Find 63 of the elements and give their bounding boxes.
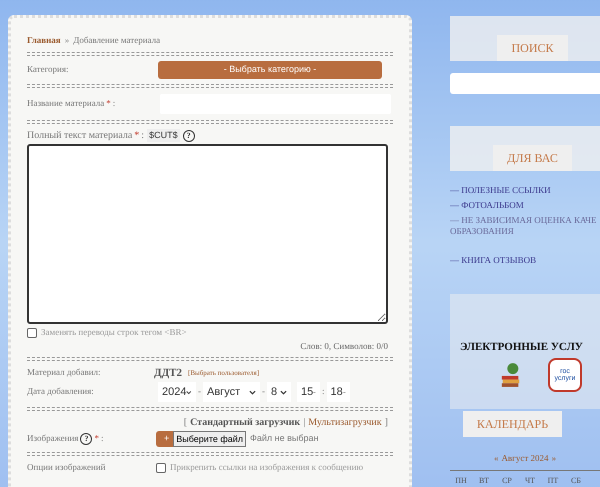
weekday-label: СР — [501, 474, 513, 486]
weekday-label: СБ — [570, 474, 582, 486]
weekday-label: ВТ — [478, 474, 490, 486]
chevron-icon — [249, 390, 256, 394]
bracket: ] — [384, 416, 388, 430]
separator: : — [322, 385, 325, 398]
field-label: Опции изображений — [27, 461, 106, 474]
field-label: Категория: — [27, 62, 70, 76]
breadcrumb-link[interactable]: Главная — [27, 34, 61, 48]
checkbox-label: Прикрепить ссылки на изображения к сообщению — [170, 461, 364, 474]
help-icon[interactable]: ? — [80, 433, 92, 445]
author-name: ДДТ2 — [154, 366, 182, 381]
sidebar-link[interactable]: — ПОЛЕЗНЫЕ ССЫЛКИ — [450, 185, 600, 196]
cut-tag[interactable]: $CUT$ — [147, 128, 180, 142]
separator: - — [262, 385, 265, 398]
help-icon[interactable]: ? — [182, 130, 195, 142]
chevron-icon — [186, 390, 192, 394]
required-mark: * — [134, 129, 140, 143]
text-area[interactable] — [27, 144, 388, 324]
select-field[interactable]: 18 — [326, 382, 350, 402]
separator: - — [198, 385, 201, 398]
plus-sign: + — [164, 432, 170, 446]
loader-tab[interactable]: Мультизагрузчик — [308, 415, 382, 430]
choose-file-button[interactable]: Выберите файл — [173, 431, 246, 447]
select-field[interactable]: 15 — [297, 382, 320, 402]
required-mark: * — [94, 432, 99, 446]
block-title: ПОИСК — [497, 35, 568, 61]
file-upload-control[interactable]: + Выберите файл — [156, 431, 246, 447]
sidebar-link[interactable]: — ФОТОАЛЬБОМ — [450, 200, 600, 211]
checkbox-label: Заменять переводы строк тегом <BR> — [41, 326, 187, 339]
field-label: Изображения — [27, 432, 78, 446]
colon: : — [100, 432, 104, 446]
sidebar-link[interactable]: — КНИГА ОТЗЫВОВ — [450, 255, 600, 266]
select-field[interactable]: Август — [203, 382, 260, 402]
colon: : — [112, 96, 116, 110]
weekday-label: ПН — [454, 474, 468, 486]
block-title: КАЛЕНДАРЬ — [462, 411, 562, 437]
breadcrumb-current: Добавление материала — [73, 34, 160, 47]
category-button[interactable]: - Выбрать категорию - — [158, 60, 382, 78]
checkbox[interactable] — [27, 328, 37, 338]
calendar-month: Август 2024 — [501, 452, 549, 465]
separator: | — [303, 416, 306, 430]
chevron-icon — [280, 390, 287, 394]
books-globe-icon[interactable] — [500, 360, 522, 388]
breadcrumb-separator: » — [64, 34, 70, 47]
weekday-label: ПТ — [546, 474, 560, 486]
block-title: ДЛЯ ВАС — [493, 145, 572, 171]
counter-text: Слов: 0, Символов: 0/0 — [299, 340, 388, 352]
select-field[interactable]: 2024 — [158, 382, 196, 402]
weekday-label: ЧТ — [524, 474, 536, 486]
field-label: Название материала — [27, 96, 104, 110]
file-status: Файл не выбран — [250, 432, 319, 446]
field-label: Полный текст материала — [27, 129, 132, 143]
loader-tab[interactable]: Стандартный загрузчик — [190, 415, 300, 430]
select-field[interactable]: 8 — [267, 382, 291, 402]
required-mark: * — [106, 96, 111, 110]
checkbox[interactable] — [156, 463, 166, 473]
search-field[interactable] — [450, 73, 600, 94]
field-label: Дата добавления: — [27, 385, 95, 398]
colon: : — [141, 129, 144, 143]
bracket: [ — [184, 416, 188, 430]
block-title: ЭЛЕКТРОННЫЕ УСЛУ — [460, 340, 583, 355]
field-label: Материал добавил: — [27, 366, 102, 380]
